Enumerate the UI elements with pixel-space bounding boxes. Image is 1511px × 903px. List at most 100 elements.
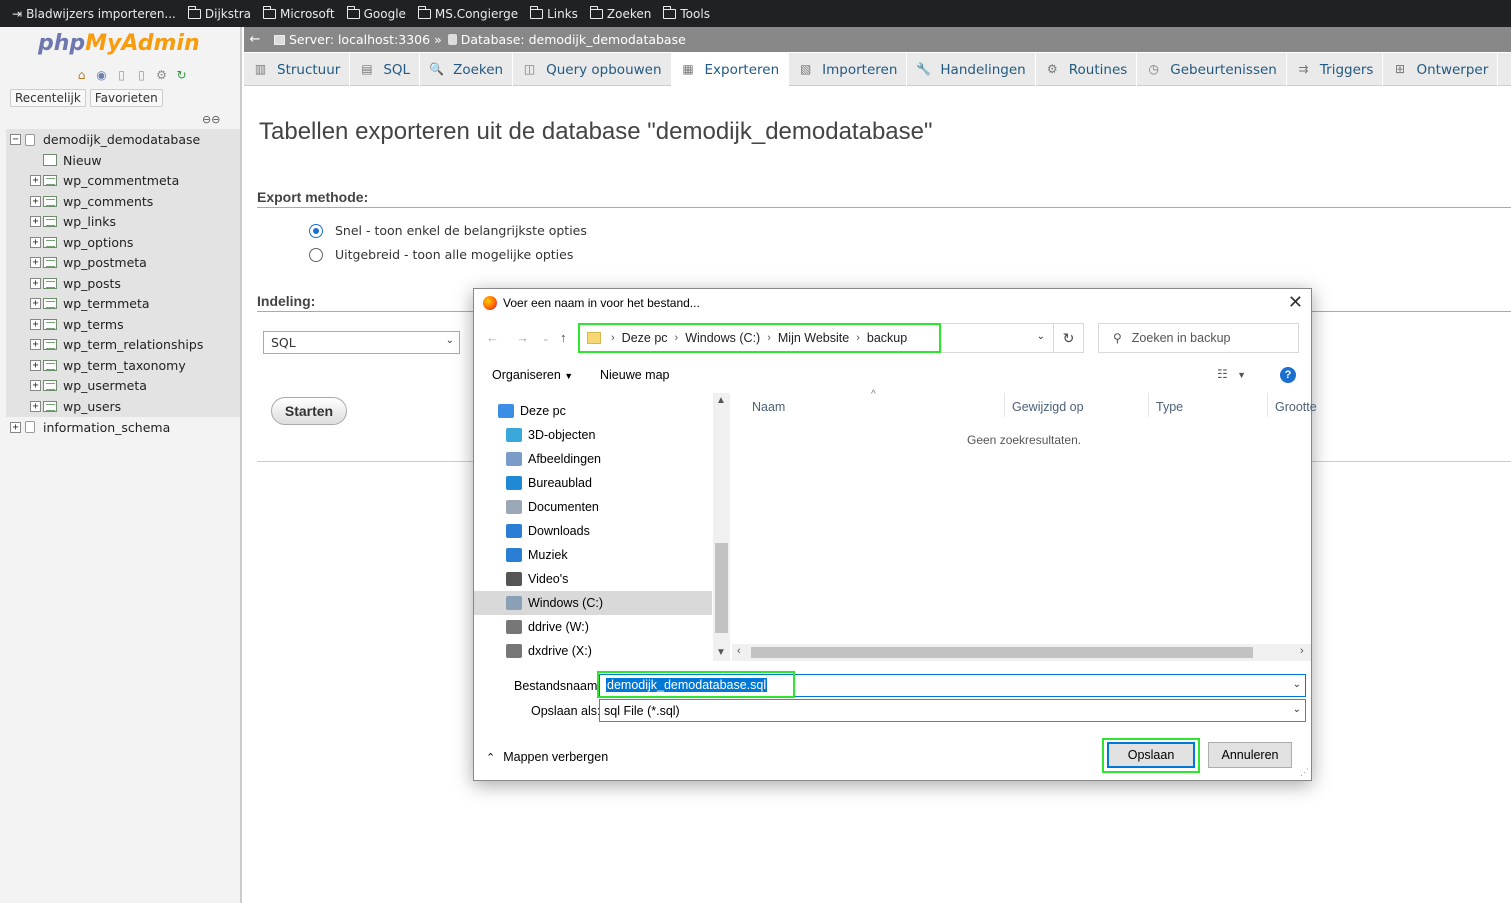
refresh-icon[interactable]: ↻ (1054, 323, 1084, 353)
option-custom-label[interactable]: Uitgebreid - toon alle mogelijke opties (335, 247, 573, 262)
forward-icon[interactable]: → (516, 330, 529, 345)
scroll-left-icon[interactable]: ‹ (737, 645, 741, 657)
bookmark-item[interactable]: MS.Congierge (417, 5, 518, 21)
col-size[interactable]: Grootte (1275, 400, 1317, 414)
nav-item[interactable]: Downloads (474, 519, 712, 543)
docs2-icon[interactable]: ▯ (134, 68, 149, 83)
tree-table-item[interactable]: + wp_comments (6, 191, 240, 212)
expand-icon[interactable]: + (10, 421, 21, 433)
bookmark-label[interactable]: Google (364, 7, 406, 21)
chevron-down-icon[interactable]: ⌄ (1293, 704, 1301, 715)
tree-table-item[interactable]: + wp_termmeta (6, 294, 240, 315)
tree-table-item[interactable]: + wp_usermeta (6, 376, 240, 397)
home-icon[interactable]: ⌂ (74, 68, 89, 83)
cancel-button[interactable]: Annuleren (1208, 742, 1292, 768)
help-icon[interactable]: ? (1280, 367, 1296, 383)
tree-db-information-schema[interactable]: + information_schema (6, 417, 240, 438)
chevron-down-icon[interactable]: ⌄ (1293, 679, 1301, 690)
table-label[interactable]: wp_term_relationships (63, 337, 203, 352)
option-quick[interactable]: Snel - toon enkel de belangrijkste optie… (309, 223, 587, 238)
nav-item-label[interactable]: Windows (C:) (528, 596, 603, 610)
table-icon[interactable] (43, 216, 57, 228)
tab-label[interactable]: Query opbouwen (546, 62, 661, 78)
tab-routines[interactable]: ⚙ Routines (1036, 53, 1138, 86)
expand-icon[interactable]: + (30, 195, 41, 207)
expand-icon[interactable]: + (30, 277, 41, 289)
tree-table-item[interactable]: + wp_posts (6, 273, 240, 294)
tab-label[interactable]: Routines (1069, 62, 1128, 78)
nav-item-label[interactable]: Muziek (528, 548, 568, 562)
table-label[interactable]: wp_options (63, 235, 133, 250)
tab-label[interactable]: SQL (383, 62, 410, 78)
scroll-thumb[interactable] (751, 647, 1253, 658)
table-label[interactable]: wp_posts (63, 276, 121, 291)
tab-label[interactable]: Exporteren (705, 62, 780, 78)
hide-folders-label[interactable]: Mappen verbergen (503, 750, 608, 764)
table-icon[interactable] (43, 257, 57, 269)
expand-icon[interactable]: + (30, 298, 41, 310)
col-modified[interactable]: Gewijzigd op (1012, 400, 1084, 414)
table-icon[interactable] (43, 380, 57, 392)
bookmark-label[interactable]: Dijkstra (205, 7, 251, 21)
recent-dropdown-icon[interactable]: ⌄ (542, 333, 550, 344)
table-icon[interactable] (43, 298, 57, 310)
search-input[interactable]: ⚲ Zoeken in backup (1098, 323, 1299, 353)
nav-item-label[interactable]: 3D-objecten (528, 428, 595, 442)
savetype-select[interactable]: sql File (*.sql) ⌄ (599, 699, 1306, 722)
tab-label[interactable]: Handelingen (940, 62, 1025, 78)
back-icon[interactable]: ← (486, 330, 499, 345)
hide-folders-toggle[interactable]: ⌃ Mappen verbergen (486, 750, 608, 764)
collapse-icon[interactable]: − (10, 134, 21, 145)
tree-table-item[interactable]: + wp_terms (6, 314, 240, 335)
tab-recent[interactable]: Recentelijk (10, 89, 86, 107)
table-label[interactable]: wp_usermeta (63, 378, 147, 393)
nav-item-label[interactable]: Afbeeldingen (528, 452, 601, 466)
tree-table-item[interactable]: + wp_users (6, 396, 240, 417)
radio-custom[interactable] (309, 247, 323, 262)
table-label[interactable]: wp_commentmeta (63, 173, 179, 188)
nav-item-label[interactable]: Bureaublad (528, 476, 592, 490)
nav-item-label[interactable]: Documenten (528, 500, 599, 514)
col-name[interactable]: Naam (752, 400, 785, 414)
table-icon[interactable] (43, 277, 57, 289)
scroll-down-icon[interactable]: ▼ (716, 647, 726, 658)
expand-icon[interactable]: + (30, 359, 41, 371)
bookmark-label[interactable]: Links (547, 7, 578, 21)
horizontal-scrollbar[interactable]: ‹ › (732, 644, 1311, 661)
bookmark-label[interactable]: Zoeken (607, 7, 651, 21)
nav-item[interactable]: ddrive (W:) (474, 615, 712, 639)
resize-grip-icon[interactable]: ⋰ (1300, 767, 1309, 778)
table-label[interactable]: wp_postmeta (63, 255, 147, 270)
nav-item[interactable]: Bureaublad (474, 471, 712, 495)
tab-triggers[interactable]: ⇉ Triggers (1287, 53, 1384, 86)
breadcrumb-server[interactable]: Server: localhost:3306 (289, 32, 430, 47)
tab-label[interactable]: Zoeken (453, 62, 503, 78)
bookmark-item[interactable]: Tools (663, 5, 710, 21)
tree-table-item[interactable]: + wp_postmeta (6, 253, 240, 274)
table-icon[interactable] (43, 318, 57, 330)
nav-item-label[interactable]: Deze pc (520, 404, 566, 418)
tab-ontwerper[interactable]: ⊞ Ontwerper (1383, 53, 1499, 86)
table-label[interactable]: wp_terms (63, 317, 124, 332)
expand-icon[interactable]: + (30, 257, 41, 269)
go-button[interactable]: Starten (271, 397, 347, 425)
organize-button[interactable]: Organiseren ▼ (492, 368, 573, 382)
bookmark-label[interactable]: Microsoft (280, 7, 335, 21)
bookmark-label[interactable]: Bladwijzers importeren... (26, 7, 176, 21)
logout-icon[interactable]: ◉ (94, 68, 109, 83)
address-bar[interactable]: › Deze pc › Windows (C:) › Mijn Website … (578, 323, 1054, 353)
tab-exporteren[interactable]: ▦ Exporteren (671, 53, 790, 87)
col-divider[interactable] (1004, 393, 1005, 417)
tab-label[interactable]: Triggers (1320, 62, 1374, 78)
expand-icon[interactable]: + (30, 400, 41, 412)
bookmark-item[interactable]: Links (530, 5, 578, 21)
tab-label[interactable]: Ontwerper (1416, 62, 1488, 78)
tab-favorites[interactable]: Favorieten (89, 89, 163, 107)
nav-item[interactable]: Muziek (474, 543, 712, 567)
option-custom[interactable]: Uitgebreid - toon alle mogelijke opties (309, 247, 573, 262)
tree-table-item[interactable]: + wp_links (6, 212, 240, 233)
vertical-scrollbar[interactable]: ▲ ▼ (713, 393, 730, 661)
tree-db-demodatabase[interactable]: − demodijk_demodatabase (6, 129, 240, 150)
link-icon[interactable]: ⊖⊖ (202, 113, 220, 126)
table-icon[interactable] (43, 359, 57, 371)
